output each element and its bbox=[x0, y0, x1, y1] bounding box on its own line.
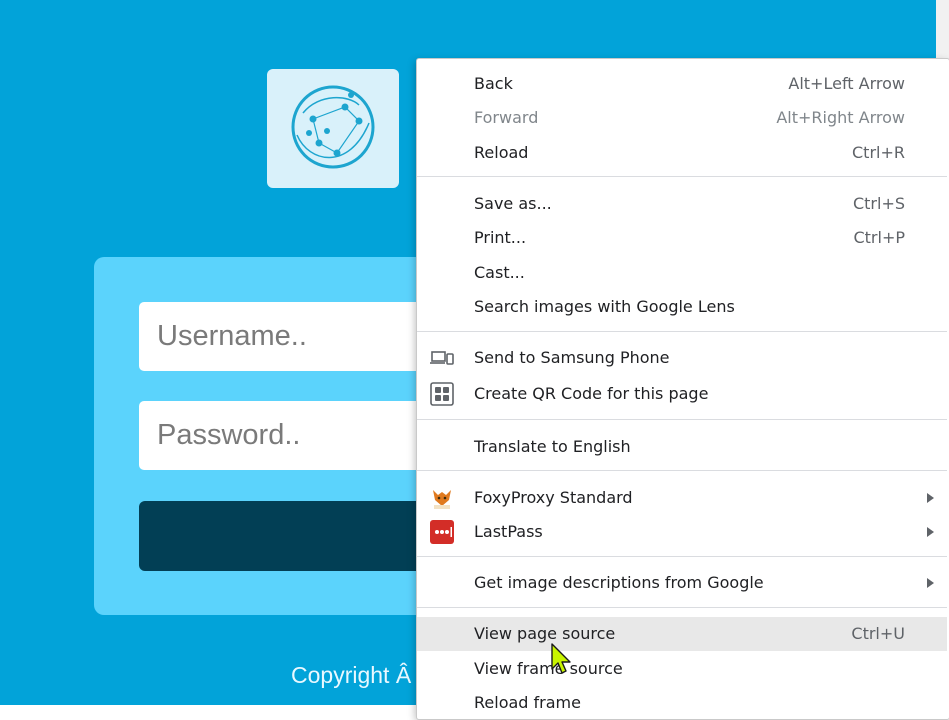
menu-item-label: Reload bbox=[474, 143, 529, 162]
menu-item-qr-code[interactable]: Create QR Code for this page bbox=[417, 377, 947, 411]
network-globe-icon bbox=[291, 85, 375, 169]
menu-item-view-frame-source[interactable]: View frame source bbox=[417, 652, 947, 686]
menu-separator bbox=[417, 331, 947, 332]
menu-item-label: Reload frame bbox=[474, 693, 581, 712]
menu-item-save-as[interactable]: Save as... Ctrl+S bbox=[417, 187, 947, 221]
menu-item-label: Search images with Google Lens bbox=[474, 297, 735, 316]
menu-item-lastpass[interactable]: LastPass bbox=[417, 515, 947, 549]
menu-item-send-to-phone[interactable]: Send to Samsung Phone bbox=[417, 341, 947, 375]
menu-item-shortcut: Alt+Left Arrow bbox=[788, 74, 905, 93]
submenu-arrow-icon bbox=[927, 493, 934, 503]
menu-item-image-descriptions[interactable]: Get image descriptions from Google bbox=[417, 566, 947, 600]
menu-item-shortcut: Ctrl+R bbox=[852, 143, 905, 162]
menu-item-label: Forward bbox=[474, 108, 539, 127]
menu-item-shortcut: Ctrl+U bbox=[851, 624, 905, 643]
devices-icon bbox=[430, 346, 454, 370]
menu-item-back[interactable]: Back Alt+Left Arrow bbox=[417, 67, 947, 101]
context-menu: Back Alt+Left Arrow Forward Alt+Right Ar… bbox=[417, 59, 949, 719]
menu-item-print[interactable]: Print... Ctrl+P bbox=[417, 221, 947, 255]
menu-item-forward[interactable]: Forward Alt+Right Arrow bbox=[417, 101, 947, 135]
menu-separator bbox=[417, 556, 947, 557]
menu-item-translate[interactable]: Translate to English bbox=[417, 430, 947, 464]
menu-item-cast[interactable]: Cast... bbox=[417, 256, 947, 290]
foxyproxy-icon bbox=[430, 486, 454, 510]
menu-item-reload-frame[interactable]: Reload frame bbox=[417, 686, 947, 720]
menu-item-label: Translate to English bbox=[474, 437, 631, 456]
menu-item-label: Back bbox=[474, 74, 513, 93]
menu-item-label: Save as... bbox=[474, 194, 552, 213]
submenu-arrow-icon bbox=[927, 578, 934, 588]
menu-separator bbox=[417, 607, 947, 608]
menu-separator bbox=[417, 419, 947, 420]
menu-item-shortcut: Alt+Right Arrow bbox=[776, 108, 905, 127]
menu-item-shortcut: Ctrl+P bbox=[853, 228, 905, 247]
menu-item-label: FoxyProxy Standard bbox=[474, 488, 633, 507]
submenu-arrow-icon bbox=[927, 527, 934, 537]
site-logo bbox=[267, 69, 399, 188]
menu-item-view-page-source[interactable]: View page source Ctrl+U bbox=[417, 617, 947, 651]
menu-item-google-lens[interactable]: Search images with Google Lens bbox=[417, 290, 947, 324]
menu-separator bbox=[417, 176, 947, 177]
menu-item-foxyproxy[interactable]: FoxyProxy Standard bbox=[417, 481, 947, 515]
menu-item-reload[interactable]: Reload Ctrl+R bbox=[417, 136, 947, 170]
menu-item-label: Cast... bbox=[474, 263, 525, 282]
menu-item-label: View page source bbox=[474, 624, 616, 643]
menu-item-label: Print... bbox=[474, 228, 527, 247]
lastpass-icon bbox=[430, 520, 454, 544]
menu-separator bbox=[417, 470, 947, 471]
menu-item-label: LastPass bbox=[474, 522, 543, 541]
menu-item-label: View frame source bbox=[474, 659, 623, 678]
menu-item-label: Get image descriptions from Google bbox=[474, 573, 764, 592]
mouse-cursor-icon bbox=[551, 643, 571, 674]
menu-item-label: Create QR Code for this page bbox=[474, 384, 709, 403]
menu-item-shortcut: Ctrl+S bbox=[852, 194, 905, 213]
copyright-text: Copyright Â bbox=[291, 662, 412, 688]
menu-item-label: Send to Samsung Phone bbox=[474, 348, 670, 367]
qr-code-icon bbox=[430, 382, 454, 406]
